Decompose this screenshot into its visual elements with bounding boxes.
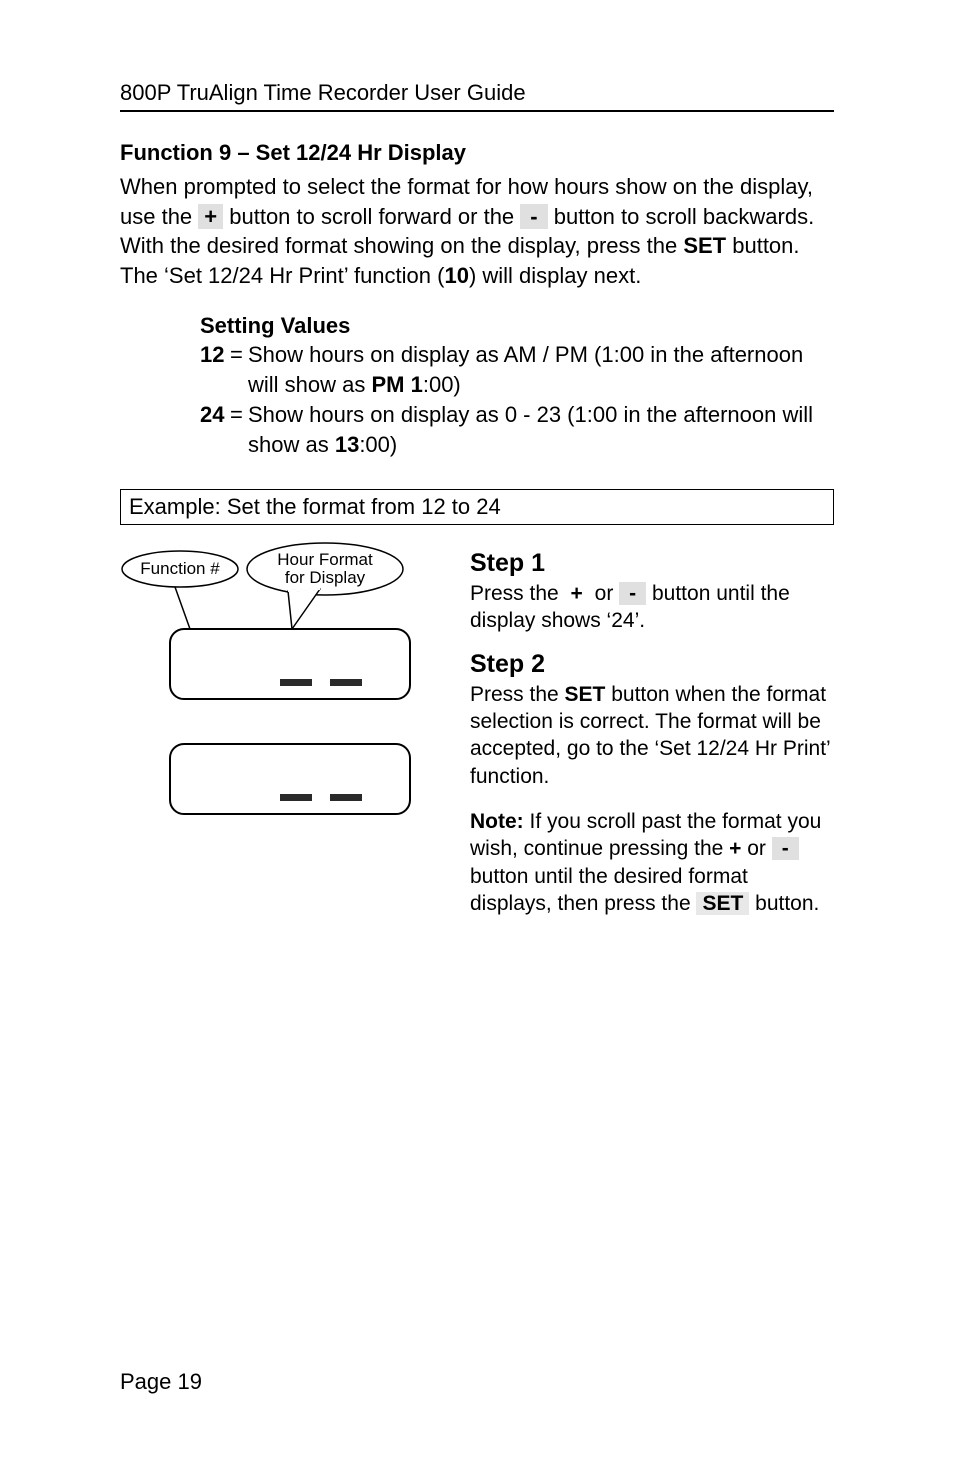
step1-text: Press the + or - button until the displa… <box>470 580 834 635</box>
step2-title: Step 2 <box>470 648 834 681</box>
note-label: Note: <box>470 810 524 833</box>
intro-text-5: ) will display next. <box>469 263 641 288</box>
intro-text-2: button to scroll forward or the <box>223 204 520 229</box>
setting-key-24: 24 <box>200 400 230 459</box>
step1-title: Step 1 <box>470 547 834 580</box>
callout-hourformat2: for Display <box>285 568 366 587</box>
diagram-step1: Function # Hour Format for Display <box>120 539 460 709</box>
section-title: Function 9 – Set 12/24 Hr Display <box>120 140 834 166</box>
note-plus: + <box>729 837 741 860</box>
step1-a: Press the <box>470 582 565 605</box>
diagram-and-steps: Function # Hour Format for Display <box>120 539 834 917</box>
equals-sign: = <box>230 400 248 459</box>
note-d: button. <box>749 892 819 915</box>
plus-key: + <box>198 204 223 229</box>
setting-val-24c: :00) <box>359 432 397 457</box>
note-b: or <box>741 837 771 860</box>
callout-function: Function # <box>140 559 220 578</box>
setting-val-24b: 13 <box>335 432 359 457</box>
example-box: Example: Set the format from 12 to 24 <box>120 489 834 525</box>
setting-values-block: Setting Values 12 = Show hours on displa… <box>200 311 834 459</box>
note-minus: - <box>772 837 799 860</box>
callout-hourformat1: Hour Format <box>277 550 373 569</box>
setting-val-24a: Show hours on display as 0 - 23 (1:00 in… <box>248 402 813 457</box>
step1-plus: + <box>565 582 589 605</box>
page-content: 800P TruAlign Time Recorder User Guide F… <box>0 0 954 917</box>
step1-b: or <box>589 582 619 605</box>
setting-val-12b: PM 1 <box>371 372 422 397</box>
setting-heading: Setting Values <box>200 311 834 341</box>
intro-paragraph: When prompted to select the format for h… <box>120 172 834 291</box>
minus-key: - <box>520 204 547 229</box>
setting-key-12: 12 <box>200 340 230 399</box>
steps-column: Step 1 Press the + or - button until the… <box>470 539 834 917</box>
setting-row-24: 24 = Show hours on display as 0 - 23 (1:… <box>200 400 834 459</box>
diagram-step2 <box>120 724 460 844</box>
note-text: Note: If you scroll past the format you … <box>470 808 834 917</box>
equals-sign: = <box>230 340 248 399</box>
step2-set: SET <box>565 683 606 706</box>
setting-val-12: Show hours on display as AM / PM (1:00 i… <box>248 340 834 399</box>
page-number: Page 19 <box>120 1369 202 1395</box>
setting-val-24: Show hours on display as 0 - 23 (1:00 in… <box>248 400 834 459</box>
diagram-column: Function # Hour Format for Display <box>120 539 440 917</box>
step1-minus: - <box>619 582 646 605</box>
set-key: SET <box>683 233 726 258</box>
setting-val-12c: :00) <box>423 372 461 397</box>
step2-text: Press the SET button when the format sel… <box>470 681 834 790</box>
note-set: SET <box>696 892 749 915</box>
setting-val-12a: Show hours on display as AM / PM (1:00 i… <box>248 342 803 397</box>
step2-a: Press the <box>470 683 565 706</box>
doc-header: 800P TruAlign Time Recorder User Guide <box>120 80 834 112</box>
function-ten: 10 <box>444 263 468 288</box>
setting-row-12: 12 = Show hours on display as AM / PM (1… <box>200 340 834 399</box>
